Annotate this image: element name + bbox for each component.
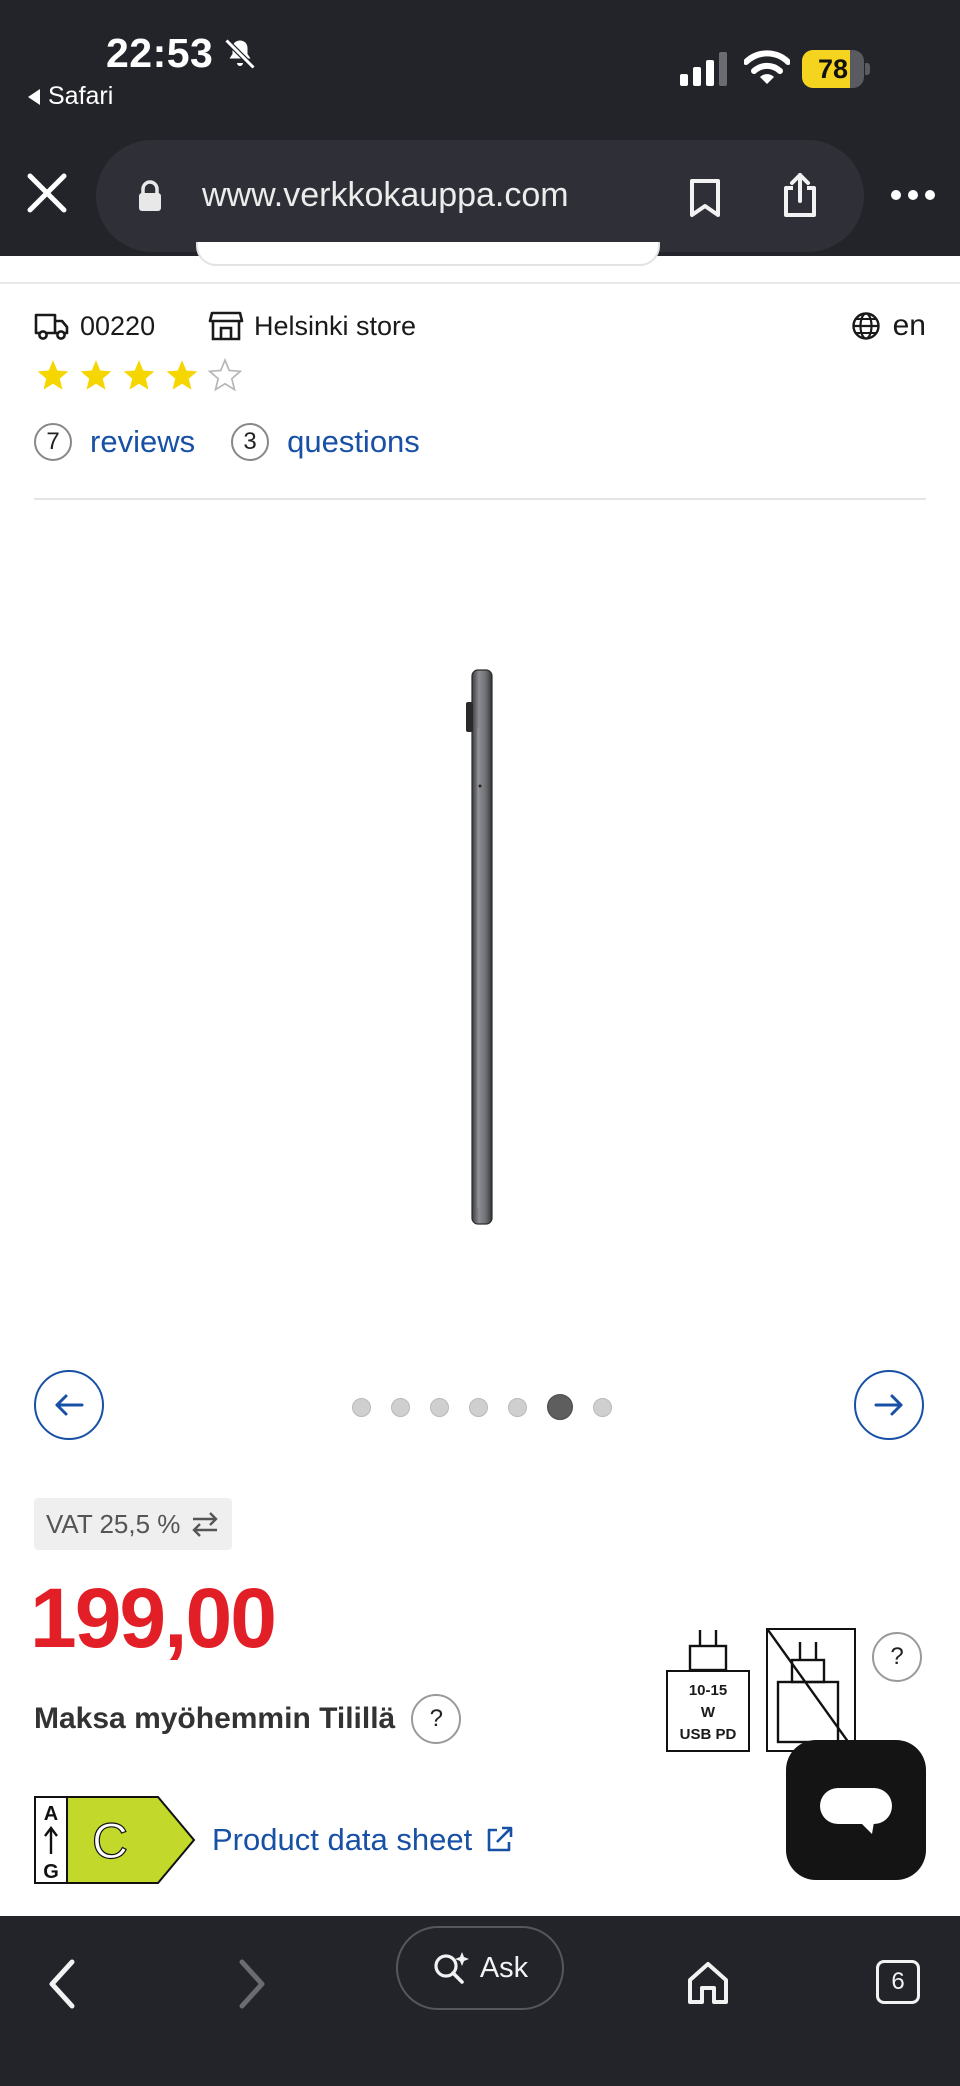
cellular-signal-icon <box>680 52 727 86</box>
charger-help-button[interactable]: ? <box>872 1632 922 1682</box>
review-question-links: 7 reviews 3 questions <box>34 420 420 464</box>
more-icon[interactable] <box>890 188 936 202</box>
questions-link[interactable]: questions <box>287 424 420 460</box>
scrolled-header-edge <box>0 242 960 284</box>
language-code: en <box>892 309 926 342</box>
home-icon[interactable] <box>686 1960 730 2006</box>
arrow-left-icon <box>55 1394 84 1416</box>
gallery-pagination <box>352 1394 612 1420</box>
no-charger-included-label <box>766 1628 856 1752</box>
store-name: Helsinki store <box>254 310 417 341</box>
chat-button[interactable] <box>786 1740 926 1880</box>
close-icon[interactable] <box>26 172 68 214</box>
search-field-edge <box>196 242 660 266</box>
battery-level: 78 <box>817 54 849 84</box>
vat-label: VAT 25,5 % <box>46 1508 181 1539</box>
energy-class-label: A G C <box>34 1796 196 1884</box>
globe-icon <box>851 312 880 340</box>
battery-nub <box>865 63 870 75</box>
address-bar[interactable]: www.verkkokauppa.com <box>96 140 864 252</box>
tab-count: 6 <box>891 1968 905 1995</box>
gallery-next-button[interactable] <box>854 1370 924 1440</box>
star-rating <box>36 358 242 394</box>
chat-bubble-icon <box>820 1788 892 1834</box>
energy-top-class: A <box>44 1803 58 1825</box>
charger-spec-line3: USB PD <box>679 1726 737 1743</box>
pay-later-option: Maksa myöhemmin Tilillä ? <box>34 1694 462 1744</box>
pagination-dot-active[interactable] <box>547 1394 573 1420</box>
arrow-right-icon <box>874 1394 903 1416</box>
charger-spec-line2: W <box>700 1704 716 1721</box>
gallery-prev-button[interactable] <box>34 1370 104 1440</box>
url-text[interactable]: www.verkkokauppa.com <box>202 176 569 215</box>
battery-shell: 78 <box>802 50 864 88</box>
browser-bottom-toolbar: Ask 6 <box>0 1916 960 2086</box>
reviews-link[interactable]: reviews <box>90 424 195 460</box>
questions-count-badge: 3 <box>231 423 270 461</box>
reviews-count-badge: 7 <box>34 423 72 461</box>
truck-icon <box>34 313 69 340</box>
charger-spec-line1: 10-15 <box>688 1682 728 1699</box>
ask-icon <box>434 1952 469 1984</box>
swap-arrows-icon <box>192 1512 219 1537</box>
bell-slash-icon <box>224 38 256 70</box>
store-selector[interactable]: Helsinki store <box>208 306 416 346</box>
pagination-dot[interactable] <box>430 1397 449 1417</box>
pagination-dot[interactable] <box>508 1397 527 1417</box>
browser-top-bar: 22:53 Safari 78 www.verkkokauppa.com <box>0 0 960 256</box>
pay-later-text: Maksa myöhemmin Tilillä <box>34 1702 396 1735</box>
datasheet-label: Product data sheet <box>212 1822 473 1857</box>
language-selector[interactable]: en <box>851 306 926 346</box>
charger-power-label: 10-15 W USB PD <box>666 1628 750 1752</box>
lock-icon <box>139 180 161 211</box>
charger-crossed-icon <box>768 1630 854 1750</box>
pagination-dot[interactable] <box>593 1397 612 1417</box>
pagination-dot[interactable] <box>352 1397 371 1417</box>
back-icon[interactable] <box>46 1958 78 2010</box>
postal-code-text: 00220 <box>80 310 156 341</box>
star-filled-icon <box>37 360 69 390</box>
pagination-dot[interactable] <box>391 1397 410 1417</box>
charger-plug-icon <box>688 1630 728 1670</box>
delivery-postal-code[interactable]: 00220 <box>34 306 155 346</box>
section-divider <box>34 498 926 500</box>
ask-button[interactable]: Ask <box>396 1926 564 2010</box>
bookmark-icon[interactable] <box>688 178 722 218</box>
product-data-sheet-link[interactable]: Product data sheet <box>212 1822 514 1858</box>
energy-bottom-class: G <box>43 1861 59 1883</box>
status-time: 22:53 <box>106 30 214 76</box>
energy-rating: C <box>92 1813 128 1869</box>
star-empty-icon <box>208 358 242 392</box>
star-filled-icon <box>80 360 112 390</box>
info-bar: 00220 Helsinki store en <box>34 306 926 346</box>
back-triangle-icon <box>28 88 40 105</box>
product-image <box>466 669 493 1225</box>
product-price: 199,00 <box>30 1571 277 1665</box>
star-filled-icon <box>123 360 155 390</box>
battery-indicator: 78 <box>802 50 870 88</box>
wifi-icon <box>744 50 790 84</box>
forward-icon[interactable] <box>236 1958 268 2010</box>
tabs-button[interactable]: 6 <box>876 1960 920 2004</box>
store-icon <box>208 311 244 341</box>
ask-label: Ask <box>479 1951 529 1984</box>
back-app-label: Safari <box>48 82 114 110</box>
share-icon[interactable] <box>782 172 818 218</box>
back-to-app-link[interactable]: Safari <box>28 82 113 111</box>
external-link-icon <box>487 1826 513 1852</box>
vat-toggle[interactable]: VAT 25,5 % <box>34 1498 233 1550</box>
pagination-dot[interactable] <box>469 1397 488 1417</box>
charger-spec-box: 10-15 W USB PD <box>666 1670 750 1752</box>
pay-later-help-button[interactable]: ? <box>411 1694 462 1744</box>
star-filled-icon <box>166 360 198 390</box>
